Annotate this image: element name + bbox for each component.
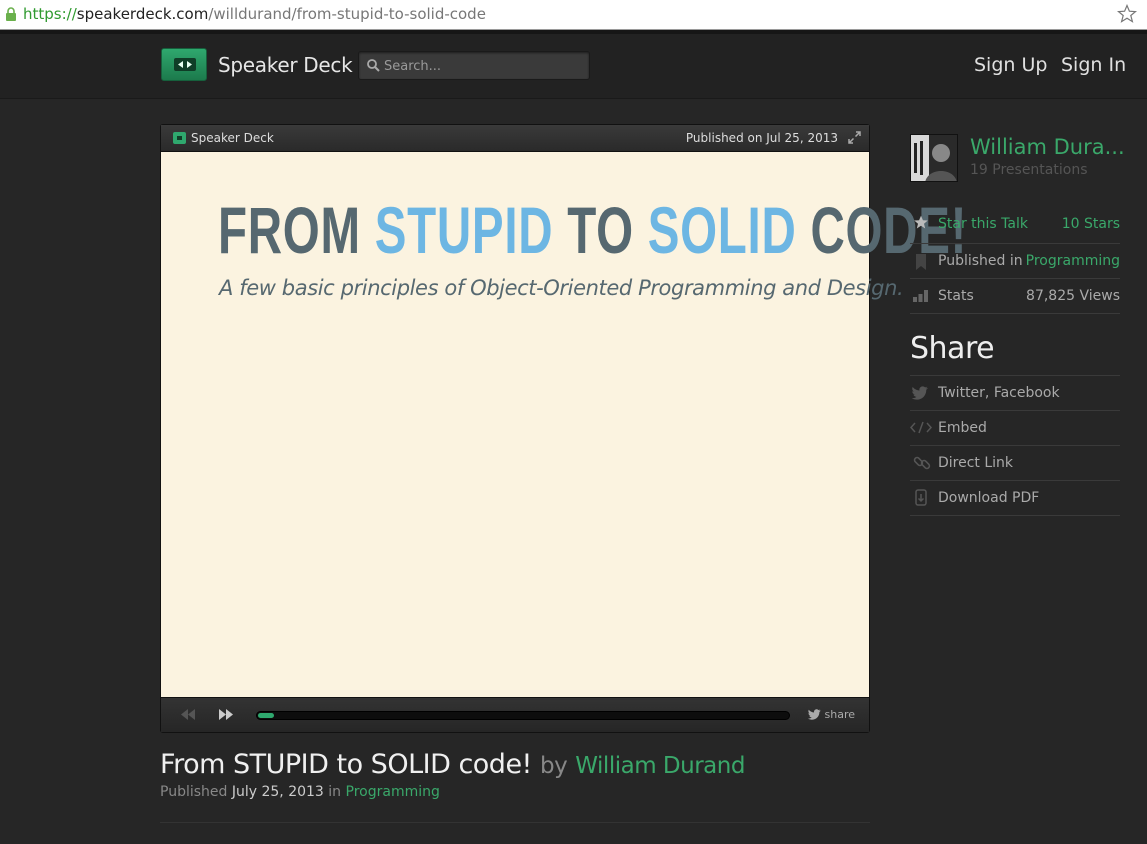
player-published-date: Published on Jul 25, 2013 bbox=[685, 131, 838, 145]
share-embed[interactable]: Embed bbox=[910, 410, 1120, 445]
twitter-icon bbox=[911, 386, 928, 400]
twitter-bird-icon bbox=[807, 709, 821, 720]
next-slide-icon[interactable] bbox=[219, 709, 233, 720]
lock-icon bbox=[6, 7, 16, 21]
talk-by: by bbox=[539, 753, 568, 779]
published-date: July 25, 2013 bbox=[231, 784, 324, 800]
slide-player: Speaker Deck Published on Jul 25, 2013 F… bbox=[160, 124, 966, 733]
share-item-label[interactable]: Direct Link bbox=[938, 455, 1013, 471]
star-talk-row[interactable]: Star this Talk 10 Stars bbox=[910, 207, 1120, 242]
talk-title: From STUPID to SOLID code! by William Du… bbox=[160, 749, 745, 780]
fullscreen-icon[interactable] bbox=[848, 131, 861, 144]
avatar[interactable] bbox=[910, 134, 958, 182]
speakerdeck-logo[interactable] bbox=[161, 48, 207, 81]
share-item-label[interactable]: Download PDF bbox=[938, 490, 1039, 506]
slide-title: FROM STUPID TO SOLID CODE! bbox=[218, 192, 967, 268]
share-download-pdf[interactable]: Download PDF bbox=[910, 480, 1120, 515]
browser-address-bar[interactable]: https://speakerdeck.com/willdurand/from-… bbox=[0, 0, 1147, 30]
share-direct-link[interactable]: Direct Link bbox=[910, 445, 1120, 480]
bookmark-icon bbox=[916, 254, 926, 270]
category-link[interactable]: Programming bbox=[346, 784, 440, 800]
slide-title-highlight: STUPID bbox=[374, 193, 554, 267]
stats-bars-icon bbox=[913, 290, 928, 302]
url-scheme: https:// bbox=[23, 5, 77, 23]
download-icon bbox=[915, 489, 927, 506]
in-label: in bbox=[328, 784, 342, 800]
share-item-label[interactable]: Twitter, Facebook bbox=[938, 385, 1060, 401]
slide-title-highlight: SOLID bbox=[647, 193, 797, 267]
sign-up-link[interactable]: Sign Up bbox=[974, 54, 1047, 76]
search-input[interactable] bbox=[384, 56, 584, 76]
player-share-button[interactable]: share bbox=[807, 708, 856, 721]
player-brand[interactable]: Speaker Deck bbox=[191, 131, 274, 145]
share-item-label[interactable]: Embed bbox=[938, 420, 987, 436]
published-label: Published bbox=[160, 784, 228, 800]
slide-canvas[interactable]: FROM STUPID TO SOLID CODE! A few basic p… bbox=[161, 152, 966, 697]
slide-title-part: TO bbox=[553, 193, 648, 267]
slide-title-part: FROM bbox=[218, 193, 375, 267]
player-logo-icon bbox=[173, 132, 186, 144]
view-count: 87,825 Views bbox=[1026, 288, 1120, 304]
share-heading: Share bbox=[910, 331, 995, 366]
sidebar-author-name[interactable]: William Dura... bbox=[970, 135, 1125, 159]
published-in-category-link[interactable]: Programming bbox=[1026, 253, 1120, 269]
slide-subtitle: A few basic principles of Object-Oriente… bbox=[219, 276, 904, 300]
star-talk-label[interactable]: Star this Talk bbox=[938, 216, 1028, 232]
code-icon bbox=[910, 421, 932, 434]
player-controls: share bbox=[161, 697, 869, 732]
progress-fill bbox=[258, 713, 274, 718]
talk-author-link[interactable]: William Durand bbox=[575, 753, 745, 779]
stats-label: Stats bbox=[938, 288, 974, 304]
bookmark-star-icon[interactable] bbox=[1117, 4, 1137, 24]
site-header: Speaker Deck Sign Up Sign In bbox=[0, 34, 1147, 99]
address-url[interactable]: https://speakerdeck.com/willdurand/from-… bbox=[23, 5, 486, 23]
slide-progress-bar[interactable] bbox=[256, 711, 790, 720]
talk-title-text: From STUPID to SOLID code! bbox=[160, 749, 532, 780]
talk-meta: Published July 25, 2013 in Programming bbox=[160, 784, 440, 800]
link-icon bbox=[913, 456, 931, 470]
url-path: /willdurand/from-stupid-to-solid-code bbox=[208, 5, 486, 23]
stats-divider bbox=[910, 313, 1120, 314]
star-icon bbox=[914, 215, 928, 229]
search-box[interactable] bbox=[358, 51, 590, 80]
player-top-bar: Speaker Deck Published on Jul 25, 2013 bbox=[161, 125, 869, 152]
published-in-label: Published in bbox=[938, 253, 1023, 269]
star-count: 10 Stars bbox=[1061, 216, 1120, 232]
published-in-row: Published in Programming bbox=[910, 243, 1120, 278]
share-twitter-facebook[interactable]: Twitter, Facebook bbox=[910, 375, 1120, 410]
previous-slide-icon[interactable] bbox=[181, 709, 195, 720]
stats-row: Stats 87,825 Views bbox=[910, 278, 1120, 313]
player-share-label: share bbox=[824, 708, 856, 721]
site-brand[interactable]: Speaker Deck bbox=[218, 53, 353, 77]
share-divider bbox=[910, 515, 1120, 516]
logo-icon bbox=[174, 58, 196, 71]
search-icon bbox=[367, 59, 380, 72]
avatar-image bbox=[911, 135, 957, 181]
sign-in-link[interactable]: Sign In bbox=[1061, 54, 1126, 76]
url-host: speakerdeck.com bbox=[76, 5, 209, 23]
content-divider bbox=[160, 822, 870, 823]
presentation-count: 19 Presentations bbox=[970, 162, 1088, 178]
